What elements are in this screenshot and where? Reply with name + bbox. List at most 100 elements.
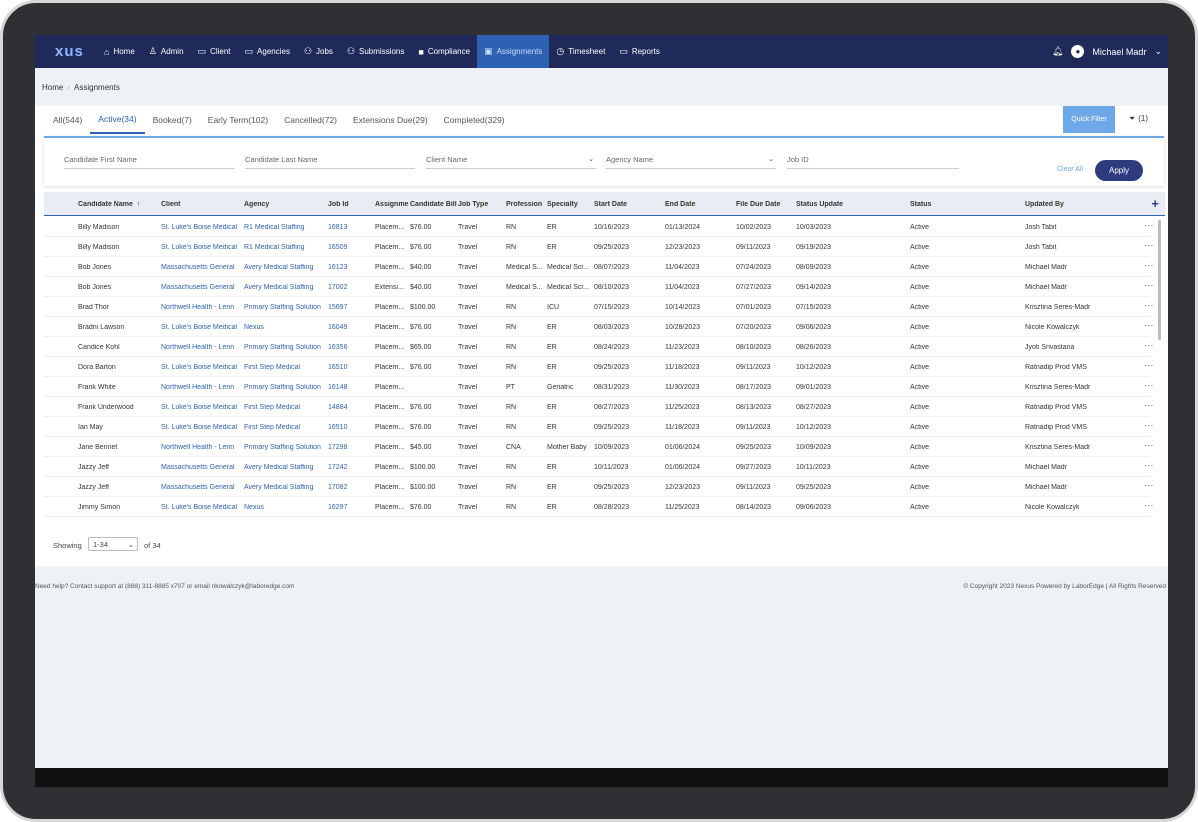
cell-agency[interactable]: Avery Medical Staffing	[244, 264, 327, 271]
chevron-down-icon[interactable]: ⌄	[1154, 46, 1162, 57]
cell-job-id[interactable]: 17082	[328, 484, 373, 491]
cell-agency[interactable]: First Step Medical	[244, 424, 327, 431]
nav-item-jobs[interactable]: ⚇ Jobs	[297, 35, 340, 68]
cell-client[interactable]: St. Luke's Boise Medical	[161, 504, 243, 511]
column-header-job-id[interactable]: Job Id	[328, 201, 373, 208]
cell-job-id[interactable]: 16123	[328, 264, 373, 271]
tab-extensions-due[interactable]: Extensions Due(29)	[345, 106, 436, 134]
last-name-field[interactable]: Candidate Last Name	[245, 155, 415, 169]
column-header-start-date[interactable]: Start Date	[594, 201, 664, 208]
row-menu-icon[interactable]: ⋮	[1144, 501, 1154, 510]
cell-job-id[interactable]: 17242	[328, 464, 373, 471]
table-row[interactable]: Jazzy Jeff Massachusetts General Avery Med…	[44, 477, 1154, 497]
table-row[interactable]: Jane Bennet Northwell Health - Lenn Primar…	[44, 437, 1154, 457]
cell-client[interactable]: Massachusetts General	[161, 464, 243, 471]
row-menu-icon[interactable]: ⋮	[1144, 381, 1154, 390]
column-header-status[interactable]: Status	[910, 201, 1020, 208]
column-header-agency[interactable]: Agency	[244, 201, 327, 208]
column-header-client[interactable]: Client	[161, 201, 243, 208]
table-row[interactable]: Billy Madison St. Luke's Boise Medical R1 …	[44, 237, 1154, 257]
cell-job-id[interactable]: 15697	[328, 304, 373, 311]
apply-button[interactable]: Apply	[1095, 160, 1143, 181]
row-menu-icon[interactable]: ⋮	[1144, 221, 1154, 230]
job-id-field[interactable]: Job ID	[787, 155, 959, 169]
cell-job-id[interactable]: 16148	[328, 384, 373, 391]
cell-agency[interactable]: Avery Medical Staffing	[244, 464, 327, 471]
cell-agency[interactable]: Avery Medical Staffing	[244, 484, 327, 491]
tab-active[interactable]: Active(34)	[90, 106, 145, 134]
column-header-specialty[interactable]: Specialty	[547, 201, 593, 208]
tab-completed[interactable]: Completed(329)	[436, 106, 513, 134]
column-header-assignment[interactable]: Assignment	[375, 201, 409, 208]
user-name[interactable]: Michael Madr	[1092, 47, 1146, 57]
table-row[interactable]: Bob Jones Massachusetts General Avery Medi…	[44, 257, 1154, 277]
column-header-file-due-date[interactable]: File Due Date	[736, 201, 794, 208]
cell-job-id[interactable]: 16509	[328, 244, 373, 251]
tab-all[interactable]: All(544)	[45, 106, 90, 134]
table-row[interactable]: Bob Jones Massachusetts General Avery Medi…	[44, 277, 1154, 297]
vertical-scrollbar[interactable]	[1158, 220, 1161, 340]
tab-cancelled[interactable]: Cancelled(72)	[276, 106, 345, 134]
user-avatar-icon[interactable]: ●	[1071, 45, 1085, 58]
tab-booked[interactable]: Booked(7)	[145, 106, 200, 134]
cell-job-id[interactable]: 16297	[328, 504, 373, 511]
cell-agency[interactable]: First Step Medical	[244, 404, 327, 411]
table-row[interactable]: Jimmy Simon St. Luke's Boise Medical Nexus…	[44, 497, 1154, 517]
cell-job-id[interactable]: 14884	[328, 404, 373, 411]
cell-client[interactable]: St. Luke's Boise Medical	[161, 224, 243, 231]
quick-filter-button[interactable]: Quick Filter	[1063, 106, 1115, 133]
add-column-icon[interactable]: +	[1151, 196, 1159, 211]
cell-client[interactable]: St. Luke's Boise Medical	[161, 424, 243, 431]
bell-icon[interactable]: 🔔︎	[1052, 46, 1063, 57]
cell-agency[interactable]: Avery Medical Staffing	[244, 284, 327, 291]
cell-agency[interactable]: Primary Staffing Solution	[244, 444, 327, 451]
cell-job-id[interactable]: 17002	[328, 284, 373, 291]
cell-agency[interactable]: Primary Staffing Solution	[244, 384, 327, 391]
row-menu-icon[interactable]: ⋮	[1144, 421, 1154, 430]
column-header-profession[interactable]: Profession	[506, 201, 546, 208]
nav-item-compliance[interactable]: ■ Compliance	[411, 35, 477, 68]
tab-early-term[interactable]: Early Term(102)	[200, 106, 276, 134]
filter-toggle[interactable]: ⏷ (1)	[1129, 114, 1148, 124]
cell-agency[interactable]: R1 Medical Staffing	[244, 244, 327, 251]
table-row[interactable]: Frank White Northwell Health - Lenn Primar…	[44, 377, 1154, 397]
table-row[interactable]: Frank Underwood St. Luke's Boise Medical F…	[44, 397, 1154, 417]
cell-job-id[interactable]: 17298	[328, 444, 373, 451]
cell-client[interactable]: St. Luke's Boise Medical	[161, 244, 243, 251]
cell-client[interactable]: Northwell Health - Lenn	[161, 384, 243, 391]
first-name-field[interactable]: Candidate First Name	[64, 155, 234, 169]
nav-item-agencies[interactable]: ▭ Agencies	[238, 35, 297, 68]
nav-item-timesheet[interactable]: ◷ Timesheet	[549, 35, 612, 68]
cell-client[interactable]: Massachusetts General	[161, 484, 243, 491]
column-header-job-type[interactable]: Job Type	[458, 201, 504, 208]
table-row[interactable]: Brad Thor Northwell Health - Lenn Primary …	[44, 297, 1154, 317]
row-menu-icon[interactable]: ⋮	[1144, 341, 1154, 350]
cell-client[interactable]: St. Luke's Boise Medical	[161, 364, 243, 371]
cell-client[interactable]: Massachusetts General	[161, 284, 243, 291]
cell-client[interactable]: St. Luke's Boise Medical	[161, 324, 243, 331]
row-menu-icon[interactable]: ⋮	[1144, 481, 1154, 490]
cell-job-id[interactable]: 16049	[328, 324, 373, 331]
cell-agency[interactable]: Primary Staffing Solution	[244, 304, 327, 311]
row-menu-icon[interactable]: ⋮	[1144, 461, 1154, 470]
agency-name-select[interactable]: Agency Name ⌄	[606, 155, 776, 169]
nav-item-submissions[interactable]: ⚇ Submissions	[340, 35, 411, 68]
table-row[interactable]: Bradni Lawson St. Luke's Boise Medical Nex…	[44, 317, 1154, 337]
nav-item-home[interactable]: ⌂ Home	[97, 35, 142, 68]
table-row[interactable]: Candice Kohl Northwell Health - Lenn Prima…	[44, 337, 1154, 357]
table-row[interactable]: Ian May St. Luke's Boise Medical First Ste…	[44, 417, 1154, 437]
column-header-updated-by[interactable]: Updated By	[1025, 201, 1125, 208]
nav-item-reports[interactable]: ▭ Reports	[612, 35, 667, 68]
client-name-select[interactable]: Client Name ⌄	[426, 155, 596, 169]
cell-client[interactable]: Northwell Health - Lenn	[161, 304, 243, 311]
cell-job-id[interactable]: 16813	[328, 224, 373, 231]
row-menu-icon[interactable]: ⋮	[1144, 321, 1154, 330]
cell-job-id[interactable]: 16510	[328, 364, 373, 371]
row-menu-icon[interactable]: ⋮	[1144, 361, 1154, 370]
nav-item-client[interactable]: ▭ Client	[191, 35, 238, 68]
table-row[interactable]: Dora Barton St. Luke's Boise Medical First…	[44, 357, 1154, 377]
column-header-candidate-name[interactable]: Candidate Name ↑	[78, 201, 160, 208]
cell-client[interactable]: Northwell Health - Lenn	[161, 444, 243, 451]
nav-item-assignments[interactable]: ▣ Assignments	[477, 35, 550, 68]
cell-client[interactable]: Northwell Health - Lenn	[161, 344, 243, 351]
